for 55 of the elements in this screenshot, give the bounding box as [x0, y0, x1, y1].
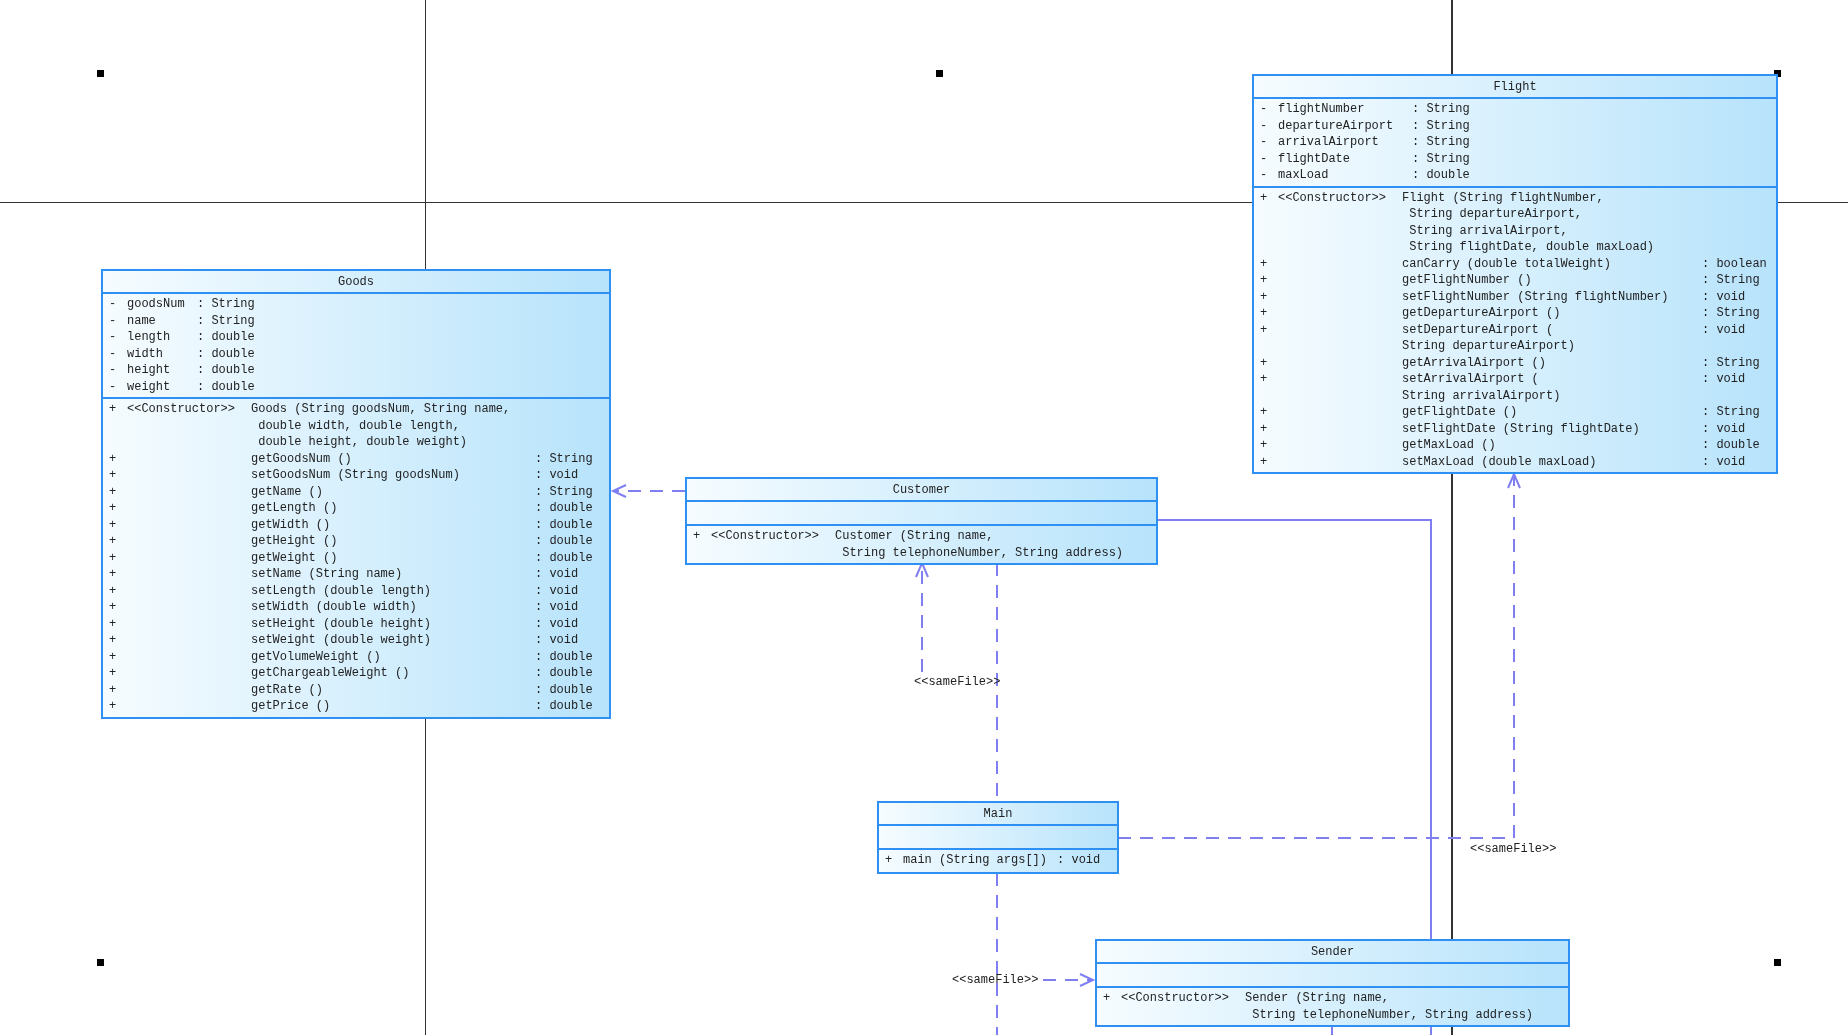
attribute-row-text: - weight : double — [109, 378, 256, 395]
dependency-arrow — [1042, 973, 1096, 987]
attribute-row-text: - flightNumber : String — [1260, 101, 1471, 118]
class-name: Goods — [338, 274, 374, 289]
operation-row-text: + getPrice () : double — [109, 698, 594, 715]
operation-row-text: + <<Constructor>> Customer (String name, String telephoneNumber, String address) — [693, 528, 1125, 561]
operation-row-text: + setName (String name) : void — [109, 566, 580, 583]
operation-row-text: + getName () : String — [109, 483, 594, 500]
attribute-row-text: - length : double — [109, 329, 256, 346]
operation-row-text: + getWidth () : double — [109, 516, 594, 533]
class-name: Customer — [892, 482, 951, 497]
class-name: Flight — [1493, 79, 1537, 94]
operation-row-text: + getChargeableWeight () : double — [109, 665, 594, 682]
operation-row-text: + getHeight () : double — [109, 533, 594, 550]
operation-row-text: + getWeight () : double — [109, 549, 594, 566]
operation-row-text: + setArrivalAirport ( String arrivalAirport) : void — [1260, 371, 1747, 404]
operation-row-text: + <<Constructor>> Goods (String goodsNum, String name, double width, double length, double height, double weight) — [109, 401, 512, 451]
operation-row-text: + getGoodsNum () : String — [109, 450, 594, 467]
operation-row-text: + setWidth (double width) : void — [109, 599, 580, 616]
operation-row-text: + setHeight (double height) : void — [109, 615, 580, 632]
operation-row-text: + getFlightNumber () : String — [1260, 272, 1761, 289]
operation-row-text: + canCarry (double totalWeight) : boolean — [1260, 255, 1768, 272]
attribute-row-text: - width : double — [109, 345, 256, 362]
corner-marker — [97, 70, 104, 77]
attribute-row-text: - flightDate : String — [1260, 150, 1471, 167]
operation-row-text: + getLength () : double — [109, 500, 594, 517]
operation-row-text: + getVolumeWeight () : double — [109, 648, 594, 665]
stereotype-label: <<sameFile>> — [1470, 842, 1557, 856]
corner-marker — [97, 959, 104, 966]
attribute-row-text: - name : String — [109, 312, 256, 329]
corner-marker — [936, 70, 943, 77]
operation-row-text: + <<Constructor>> Flight (String flightNumber, String departureAirport, String arrivalAirport, String flightDate, double maxLoad) — [1260, 189, 1656, 256]
operation-row-text: + setFlightDate (String flightDate) : void — [1260, 420, 1747, 437]
attribute-row-text: - maxLoad : double — [1260, 167, 1471, 184]
class-name: Main — [983, 806, 1013, 821]
attribute-row-text: - departureAirport : String — [1260, 117, 1471, 134]
operation-row-text: + getDepartureAirport () : String — [1260, 305, 1761, 322]
operation-row-text: + main (String args[]) : void — [885, 852, 1102, 869]
attribute-row-text: - height : double — [109, 362, 256, 379]
operation-row-text: + getMaxLoad () : double — [1260, 437, 1761, 454]
operation-row-text: + setDepartureAirport ( String departureAirport) : void — [1260, 321, 1747, 355]
operation-row-text: + setFlightNumber (String flightNumber) : void — [1260, 288, 1747, 305]
operation-row-text: + setLength (double length) : void — [109, 582, 580, 599]
operation-row-text: + setMaxLoad (double maxLoad) : void — [1260, 453, 1747, 470]
stereotype-label: <<sameFile>> — [952, 973, 1039, 987]
operation-row-text: + getRate () : double — [109, 681, 594, 698]
operation-row-text: + getFlightDate () : String — [1260, 404, 1761, 421]
attribute-row-text: - arrivalAirport : String — [1260, 134, 1471, 151]
operation-row-text: + setGoodsNum (String goodsNum) : void — [109, 467, 580, 484]
operation-row-text: + getArrivalAirport () : String — [1260, 354, 1761, 371]
corner-marker — [1774, 959, 1781, 966]
operation-row-text: + <<Constructor>> Sender (String name, String telephoneNumber, String address) — [1103, 990, 1535, 1023]
operation-row-text: + setWeight (double weight) : void — [109, 632, 580, 649]
attribute-row-text: - goodsNum : String — [109, 296, 256, 313]
class-name: Sender — [1310, 944, 1355, 959]
